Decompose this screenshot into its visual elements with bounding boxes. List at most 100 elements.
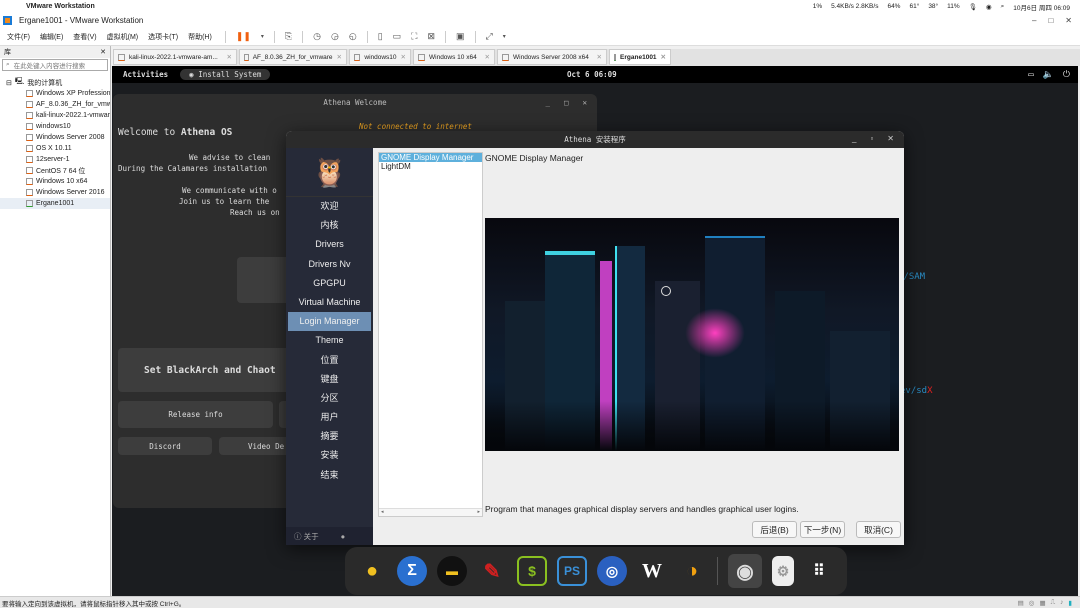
revert-snapshot-icon[interactable]: ◶: [331, 31, 339, 42]
close-tab-icon[interactable]: ✕: [337, 53, 342, 61]
discord-button[interactable]: Discord: [118, 437, 212, 455]
power-icon[interactable]: ⏻: [1063, 70, 1070, 80]
close-tab-icon[interactable]: ✕: [401, 53, 406, 61]
tab-vm[interactable]: Windows 10 x64 ✕: [413, 49, 495, 65]
close-tab-icon[interactable]: ✕: [227, 53, 232, 61]
cd-icon[interactable]: ◎: [1029, 599, 1035, 607]
back-button[interactable]: 后退(B): [752, 521, 797, 538]
search-placeholder: 在此处键入内容进行搜索: [13, 63, 86, 70]
network-adapter-icon[interactable]: ▦: [1039, 599, 1045, 607]
minimize-icon[interactable]: _: [852, 134, 856, 143]
close-tab-icon[interactable]: ✕: [485, 53, 490, 61]
menu-tabs[interactable]: 选项卡(T): [148, 32, 178, 42]
tree-item-vm[interactable]: Ergane1001: [0, 198, 110, 209]
close-library-icon[interactable]: ✕: [100, 48, 106, 56]
syringe-icon[interactable]: ✎: [477, 556, 507, 586]
vm-screen[interactable]: Activities ◉ Install System Oct 6 06:09 …: [112, 66, 1078, 596]
tree-root[interactable]: ⊟ 🖳 我的计算机: [0, 77, 110, 88]
menu-edit[interactable]: 编辑(E): [40, 32, 63, 42]
search-icon[interactable]: ⌕: [1001, 3, 1005, 11]
maximize-icon[interactable]: □: [1048, 16, 1053, 25]
hdd-icon[interactable]: ▤: [1018, 599, 1024, 607]
release-info-button[interactable]: Release info: [118, 401, 273, 428]
ninja-icon[interactable]: ▬: [437, 556, 467, 586]
welcome-text: We communicate with o: [182, 186, 277, 195]
tab-vm[interactable]: Windows Server 2008 x64 ✕: [497, 49, 607, 65]
menu-view[interactable]: 查看(V): [73, 32, 96, 42]
display-icon[interactable]: ▮: [1068, 599, 1072, 607]
kiwi-icon[interactable]: ●: [357, 556, 387, 586]
menu-vm[interactable]: 虚拟机(M): [107, 32, 139, 42]
stretch-icon[interactable]: ⤢: [486, 31, 493, 42]
cancel-button[interactable]: 取消(C): [856, 521, 901, 538]
vm-icon: [26, 112, 33, 119]
wikipedia-icon[interactable]: W: [637, 556, 667, 586]
network-icon[interactable]: ▭: [1028, 70, 1033, 80]
tree-item-vm[interactable]: OS X 10.11: [0, 143, 110, 154]
settings-icon[interactable]: ⚙: [772, 556, 794, 586]
sound-icon[interactable]: ♪: [1060, 599, 1063, 607]
eye-icon[interactable]: ◑: [677, 556, 707, 586]
tree-item-vm[interactable]: 12server-1: [0, 154, 110, 165]
pause-icon[interactable]: ❚❚: [236, 31, 251, 42]
tab-vm[interactable]: AF_8.0.36_ZH_for_vmware ✕: [239, 49, 347, 65]
about-button[interactable]: ⓘ 关于: [294, 531, 319, 542]
horizontal-scrollbar[interactable]: ◂ ▸: [379, 508, 482, 516]
tab-vm[interactable]: kali-linux-2022.1-vmware-am... ✕: [113, 49, 237, 65]
tree-item-vm[interactable]: Windows Server 2016: [0, 187, 110, 198]
disk-installer-icon[interactable]: ◉: [728, 554, 762, 588]
menu-file[interactable]: 文件(F): [7, 32, 30, 42]
tree-item-vm[interactable]: Windows XP Professional: [0, 88, 110, 99]
console-icon[interactable]: ▣: [456, 31, 465, 42]
close-tab-icon[interactable]: ✕: [597, 53, 602, 61]
sigma-icon[interactable]: Σ: [397, 556, 427, 586]
tree-item-vm[interactable]: AF_8.0.36_ZH_for_vmware: [0, 99, 110, 110]
set-blackarch-button[interactable]: Set BlackArch and Chaot: [118, 348, 308, 392]
option-gdm[interactable]: GNOME Display Manager: [379, 153, 482, 162]
install-system-button[interactable]: ◉ Install System: [180, 69, 271, 80]
tree-item-vm[interactable]: CentOS 7 64 位: [0, 165, 110, 176]
tree-item-vm[interactable]: Windows Server 2008: [0, 132, 110, 143]
volume-icon[interactable]: 🔈: [1043, 70, 1054, 80]
maximize-icon[interactable]: ▫: [870, 134, 873, 143]
maximize-icon[interactable]: □: [564, 98, 569, 107]
library-toggle-icon[interactable]: ▯: [378, 31, 383, 42]
option-lightdm[interactable]: LightDM: [379, 162, 482, 171]
terminal-dollar-icon[interactable]: $: [517, 556, 547, 586]
tab-vm[interactable]: windows10 ✕: [349, 49, 411, 65]
tree-item-vm[interactable]: Windows 10 x64: [0, 176, 110, 187]
library-search-input[interactable]: ⌕ 在此处键入内容进行搜索: [2, 59, 108, 71]
close-tab-icon[interactable]: ✕: [661, 53, 666, 61]
vm-icon: [502, 53, 509, 61]
usb-icon[interactable]: ⎍: [1051, 599, 1056, 607]
close-icon[interactable]: ✕: [887, 134, 894, 143]
tree-item-vm[interactable]: kali-linux-2022.1-vmware: [0, 110, 110, 121]
powershell-icon[interactable]: PS: [557, 556, 587, 586]
send-keys-icon[interactable]: ⎘: [285, 31, 292, 42]
next-button[interactable]: 下一步(N): [800, 521, 845, 538]
tree-item-label: Windows 10 x64: [36, 178, 88, 185]
close-icon[interactable]: ✕: [1065, 16, 1072, 25]
wifi-icon[interactable]: ◉: [986, 3, 992, 11]
unity-icon[interactable]: ⊠: [427, 31, 435, 42]
snapshot-manager-icon[interactable]: ◵: [349, 31, 357, 42]
gnome-clock[interactable]: Oct 6 06:09: [567, 70, 617, 79]
debug-icon[interactable]: ●: [341, 532, 346, 541]
status-text: 要将输入定向到该虚拟机，请将鼠标指针移入其中或按 Ctrl+G。: [2, 600, 186, 608]
app-grid-icon[interactable]: ⠿: [804, 556, 834, 586]
minimize-icon[interactable]: –: [1032, 16, 1036, 25]
clock[interactable]: 10月6日 周四 06:09: [1013, 2, 1070, 12]
close-icon[interactable]: ✕: [582, 98, 587, 107]
minimize-icon[interactable]: _: [545, 98, 550, 107]
app-name[interactable]: VMware Workstation: [26, 3, 95, 10]
tab-vm[interactable]: Ergane1001 ✕: [609, 49, 671, 65]
activities-button[interactable]: Activities: [123, 70, 168, 79]
thumbnail-icon[interactable]: ▭: [393, 31, 402, 42]
vm-icon: [118, 53, 125, 61]
snapshot-icon[interactable]: ◷: [313, 31, 321, 42]
fingerprint-icon[interactable]: ◎: [597, 556, 627, 586]
mic-icon[interactable]: 🎙: [969, 3, 977, 11]
fullscreen-icon[interactable]: ⛶: [411, 31, 417, 42]
tree-item-vm[interactable]: windows10: [0, 121, 110, 132]
menu-help[interactable]: 帮助(H): [188, 32, 212, 42]
